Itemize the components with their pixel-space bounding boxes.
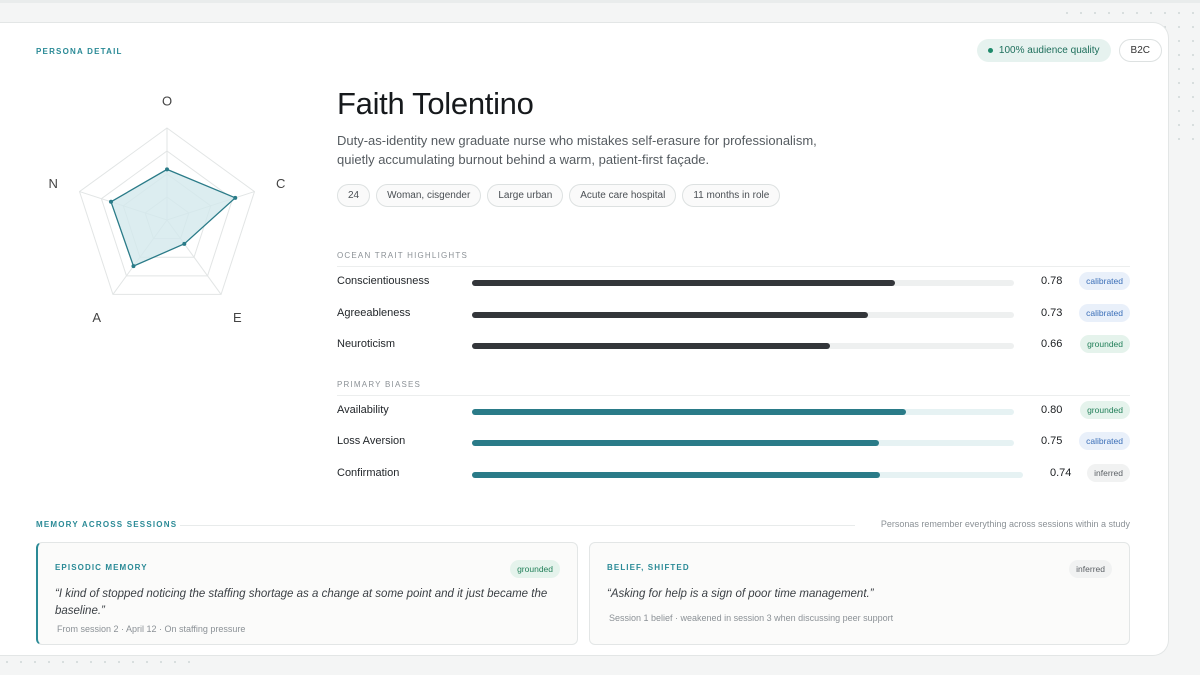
radar-axis-label-N: N [49, 176, 58, 191]
radar-point-C [233, 195, 238, 200]
memory-card-title: EPISODIC MEMORY [55, 563, 148, 572]
bias-bar-track [472, 409, 1014, 415]
bias-row-availability: Availability 0.80 grounded [337, 401, 1130, 421]
trait-label: Neuroticism [337, 338, 396, 350]
bias-row-confirmation: Confirmation 0.74 inferred [337, 464, 1130, 484]
trait-value: 0.66 [1041, 338, 1063, 350]
radar-point-A [131, 264, 136, 269]
bias-label: Loss Aversion [337, 435, 406, 447]
trait-bar-track [472, 343, 1014, 349]
bias-bar-fill [472, 440, 879, 446]
radar-area [110, 168, 237, 268]
status-dot-icon [987, 48, 993, 53]
memory-quote: “Asking for help is a sign of poor time … [607, 588, 874, 600]
memory-section-title: MEMORY ACROSS SESSIONS [36, 520, 178, 529]
tag-age: 24 [337, 184, 371, 207]
section-eyebrow: PERSONA DETAIL [36, 47, 123, 56]
tag-location: Large urban [487, 184, 564, 207]
biases-section-title: PRIMARY BIASES [337, 380, 422, 389]
tag-tenure: 11 months in role [682, 184, 781, 207]
trait-bar-track [472, 312, 1014, 318]
trait-value: 0.78 [1041, 275, 1063, 287]
trait-bar-fill [472, 280, 895, 286]
memory-footer: Session 1 belief · weakened in session 3… [609, 613, 894, 623]
radar-axis-label-A: A [92, 310, 101, 325]
radar-axis-label-O: O [162, 95, 172, 108]
bias-bar-fill [472, 409, 906, 415]
tag-workplace: Acute care hospital [569, 184, 677, 207]
persona-name: Faith Tolentino [337, 86, 534, 121]
divider [180, 525, 855, 526]
memory-footer: From session 2 · April 12 · On staffing … [57, 624, 246, 634]
trait-row-conscientiousness: Conscientiousness 0.78 calibrated [337, 272, 1130, 292]
dot-pattern-decoration [0, 655, 200, 675]
status-badge: grounded [510, 560, 560, 578]
memory-section-note: Personas remember everything across sess… [880, 519, 1130, 529]
bias-label: Confirmation [337, 467, 400, 479]
bias-row-loss-aversion: Loss Aversion 0.75 calibrated [337, 432, 1130, 452]
radar-point-E [182, 241, 187, 246]
status-badge: calibrated [1079, 432, 1130, 450]
episodic-memory-card[interactable]: EPISODIC MEMORY grounded “I kind of stop… [36, 542, 578, 645]
status-badge: grounded [1080, 401, 1130, 419]
ocean-section-title: OCEAN TRAIT HIGHLIGHTS [337, 251, 469, 260]
bias-bar-track [472, 472, 1023, 478]
bias-bar-fill [472, 472, 880, 478]
radar-point-O [165, 167, 169, 172]
bias-value: 0.75 [1041, 435, 1063, 447]
status-badge: grounded [1080, 335, 1130, 353]
bias-value: 0.80 [1041, 404, 1063, 416]
divider [337, 266, 1130, 267]
radar-axis-label-E: E [233, 310, 242, 325]
memory-quote: “I kind of stopped noticing the staffing… [55, 588, 548, 617]
audience-quality-badge: 100% audience quality [976, 39, 1111, 62]
status-badge: inferred [1069, 560, 1112, 578]
ocean-radar-chart: O C E A N [49, 95, 286, 325]
persona-tags: 24 Woman, cisgender Large urban Acute ca… [337, 184, 781, 207]
radar-shape [109, 167, 238, 269]
trait-row-agreeableness: Agreeableness 0.73 calibrated [337, 304, 1130, 324]
memory-card-title: BELIEF, SHIFTED [607, 563, 690, 572]
divider [337, 395, 1130, 396]
trait-row-neuroticism: Neuroticism 0.66 grounded [337, 335, 1130, 355]
header-badges: 100% audience quality B2C [976, 39, 1162, 62]
bias-value: 0.74 [1050, 467, 1072, 479]
status-badge: calibrated [1079, 272, 1130, 290]
radar-axis-label-C: C [276, 176, 285, 191]
status-badge: inferred [1087, 464, 1130, 482]
radar-point-N [109, 199, 114, 204]
belief-shifted-card[interactable]: BELIEF, SHIFTED inferred “Asking for hel… [589, 542, 1130, 645]
trait-label: Conscientiousness [337, 275, 430, 287]
top-border [0, 0, 1200, 3]
trait-value: 0.73 [1041, 307, 1063, 319]
trait-bar-fill [472, 343, 830, 349]
trait-bar-track [472, 280, 1014, 286]
status-badge: calibrated [1079, 304, 1130, 322]
segment-badge: B2C [1118, 39, 1162, 62]
audience-quality-label: 100% audience quality [998, 45, 1100, 56]
bias-label: Availability [337, 404, 389, 416]
persona-description: Duty-as-identity new graduate nurse who … [337, 133, 817, 167]
tag-gender: Woman, cisgender [376, 184, 482, 207]
trait-label: Agreeableness [337, 307, 411, 319]
bias-bar-track [472, 440, 1014, 446]
trait-bar-fill [472, 312, 868, 318]
